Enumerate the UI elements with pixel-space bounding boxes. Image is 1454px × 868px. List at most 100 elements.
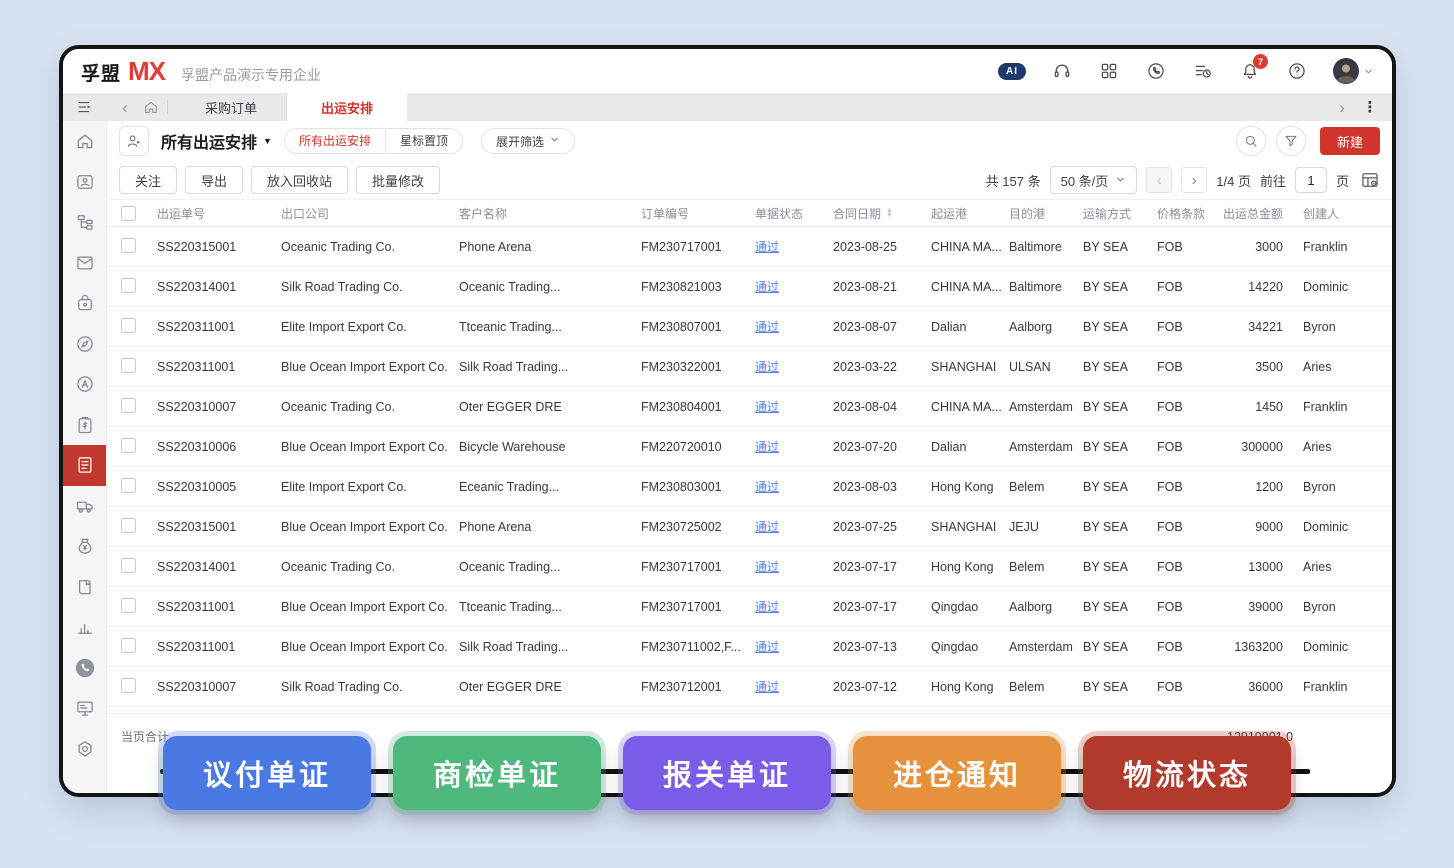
- table-row[interactable]: SS220315001Oceanic Trading Co.Phone Aren…: [107, 227, 1392, 267]
- table-row[interactable]: SS220315001Blue Ocean Import Export Co.P…: [107, 507, 1392, 547]
- person-arrow-icon[interactable]: [119, 126, 149, 156]
- sidebar-item-org[interactable]: [63, 202, 106, 243]
- action-button-3[interactable]: 放入回收站: [251, 166, 348, 194]
- table-row[interactable]: SS220311001Blue Ocean Import Export Co.T…: [107, 587, 1392, 627]
- ai-assistant-pill[interactable]: AI: [998, 63, 1026, 80]
- sidebar-item-truck[interactable]: [63, 486, 106, 527]
- funnel-icon[interactable]: [1276, 126, 1306, 156]
- row-checkbox[interactable]: [121, 478, 157, 496]
- create-button[interactable]: 新建: [1320, 127, 1380, 155]
- row-checkbox[interactable]: [121, 638, 157, 656]
- row-checkbox[interactable]: [121, 358, 157, 376]
- doc-status[interactable]: 通过: [755, 558, 833, 575]
- action-button-1[interactable]: 关注: [119, 166, 177, 194]
- sidebar-item-home[interactable]: [63, 121, 106, 162]
- forward-chevron-icon[interactable]: ›: [1330, 95, 1354, 119]
- table-row[interactable]: SS220310007Oceanic Trading Co.Oter EGGER…: [107, 387, 1392, 427]
- view-selector[interactable]: 所有出运安排 ▼: [161, 129, 272, 153]
- overlay-button-4[interactable]: 进仓通知: [853, 736, 1061, 810]
- row-checkbox[interactable]: [121, 558, 157, 576]
- headset-icon[interactable]: [1051, 60, 1073, 82]
- doc-status[interactable]: 通过: [755, 478, 833, 495]
- row-checkbox[interactable]: [121, 318, 157, 336]
- sidebar-item-monitor[interactable]: [63, 688, 106, 729]
- filter-all-shipments[interactable]: 所有出运安排: [285, 129, 385, 153]
- table-row[interactable]: SS220311001Blue Ocean Import Export Co.S…: [107, 627, 1392, 667]
- table-config-icon[interactable]: [1360, 170, 1380, 190]
- doc-status[interactable]: 通过: [755, 518, 833, 535]
- expand-filter-button[interactable]: 展开筛选: [481, 128, 575, 154]
- table-row[interactable]: SS220310005Elite Import Export Co.Eceani…: [107, 467, 1392, 507]
- destination-port: Belem: [1009, 680, 1083, 694]
- departure-port: Qingdao: [931, 600, 1009, 614]
- shipping-no: SS220311001: [157, 360, 281, 374]
- home-icon[interactable]: [139, 95, 163, 119]
- sidebar-item-mail[interactable]: [63, 243, 106, 284]
- table-row[interactable]: SS220314001Oceanic Trading Co.Oceanic Tr…: [107, 547, 1392, 587]
- page-size-value: 50 条/页: [1061, 171, 1109, 190]
- customer-name: Ttceanic Trading...: [459, 320, 641, 334]
- sidebar-item-report-chart[interactable]: [63, 607, 106, 648]
- doc-status[interactable]: 通过: [755, 398, 833, 415]
- row-checkbox[interactable]: [121, 438, 157, 456]
- sidebar-item-compass[interactable]: [63, 324, 106, 365]
- help-icon[interactable]: [1286, 60, 1308, 82]
- goto-page-input[interactable]: [1295, 167, 1327, 193]
- phone-circle-icon[interactable]: [1145, 60, 1167, 82]
- overlay-button-1[interactable]: 议付单证: [163, 736, 371, 810]
- overlay-button-5[interactable]: 物流状态: [1083, 736, 1291, 810]
- row-checkbox[interactable]: [121, 398, 157, 416]
- row-checkbox[interactable]: [121, 278, 157, 296]
- user-avatar[interactable]: [1333, 58, 1374, 84]
- back-chevron-icon[interactable]: ‹: [113, 95, 137, 119]
- action-button-4[interactable]: 批量修改: [356, 166, 440, 194]
- prev-page-button[interactable]: ‹: [1146, 167, 1172, 193]
- table-row[interactable]: SS220314001Silk Road Trading Co.Oceanic …: [107, 267, 1392, 307]
- overlay-button-2[interactable]: 商检单证: [393, 736, 601, 810]
- table-row[interactable]: SS220311001Elite Import Export Co.Ttcean…: [107, 307, 1392, 347]
- export-company: Oceanic Trading Co.: [281, 240, 459, 254]
- tab-1[interactable]: 采购订单: [176, 93, 287, 121]
- sidebar-item-marketing[interactable]: [63, 364, 106, 405]
- departure-port: Hong Kong: [931, 560, 1009, 574]
- doc-status[interactable]: 通过: [755, 438, 833, 455]
- bell-icon[interactable]: 7: [1239, 60, 1261, 82]
- sidebar-item-whatsapp[interactable]: [63, 648, 106, 689]
- sidebar-item-shipping-doc[interactable]: [63, 445, 106, 486]
- page-size-select[interactable]: 50 条/页: [1050, 166, 1138, 194]
- price-term: FOB: [1157, 440, 1227, 454]
- table-row[interactable]: SS220310007Silk Road Trading Co.Oter EGG…: [107, 667, 1392, 707]
- export-company: Blue Ocean Import Export Co.: [281, 640, 459, 654]
- sidebar-item-ledger[interactable]: [63, 567, 106, 608]
- kebab-icon[interactable]: ⋮: [1358, 95, 1382, 119]
- sidebar-item-money-bag[interactable]: [63, 526, 106, 567]
- doc-status[interactable]: 通过: [755, 238, 833, 255]
- sidebar-item-contact[interactable]: [63, 162, 106, 203]
- shipping-no: SS220314001: [157, 280, 281, 294]
- doc-status[interactable]: 通过: [755, 638, 833, 655]
- row-checkbox[interactable]: [121, 238, 157, 256]
- doc-status[interactable]: 通过: [755, 598, 833, 615]
- row-checkbox[interactable]: [121, 598, 157, 616]
- table-row[interactable]: SS220310006Blue Ocean Import Export Co.B…: [107, 427, 1392, 467]
- doc-status[interactable]: 通过: [755, 678, 833, 695]
- sort-icon[interactable]: ▲▼: [886, 208, 893, 219]
- doc-status[interactable]: 通过: [755, 318, 833, 335]
- table-row[interactable]: SS220311001Blue Ocean Import Export Co.S…: [107, 347, 1392, 387]
- doc-status[interactable]: 通过: [755, 278, 833, 295]
- filter-starred[interactable]: 星标置顶: [385, 129, 462, 153]
- row-checkbox[interactable]: [121, 518, 157, 536]
- action-button-2[interactable]: 导出: [185, 166, 243, 194]
- sidebar-item-product[interactable]: [63, 283, 106, 324]
- doc-status[interactable]: 通过: [755, 358, 833, 375]
- select-all-checkbox[interactable]: [121, 206, 157, 221]
- collapse-menu-icon[interactable]: [63, 93, 106, 121]
- next-page-button[interactable]: ›: [1181, 167, 1207, 193]
- row-checkbox[interactable]: [121, 678, 157, 696]
- sidebar-item-order[interactable]: [63, 405, 106, 446]
- search-icon[interactable]: [1236, 126, 1266, 156]
- tab-2[interactable]: 出运安排: [287, 93, 407, 121]
- overlay-button-3[interactable]: 报关单证: [623, 736, 831, 810]
- task-list-icon[interactable]: [1192, 60, 1214, 82]
- apps-grid-icon[interactable]: [1098, 60, 1120, 82]
